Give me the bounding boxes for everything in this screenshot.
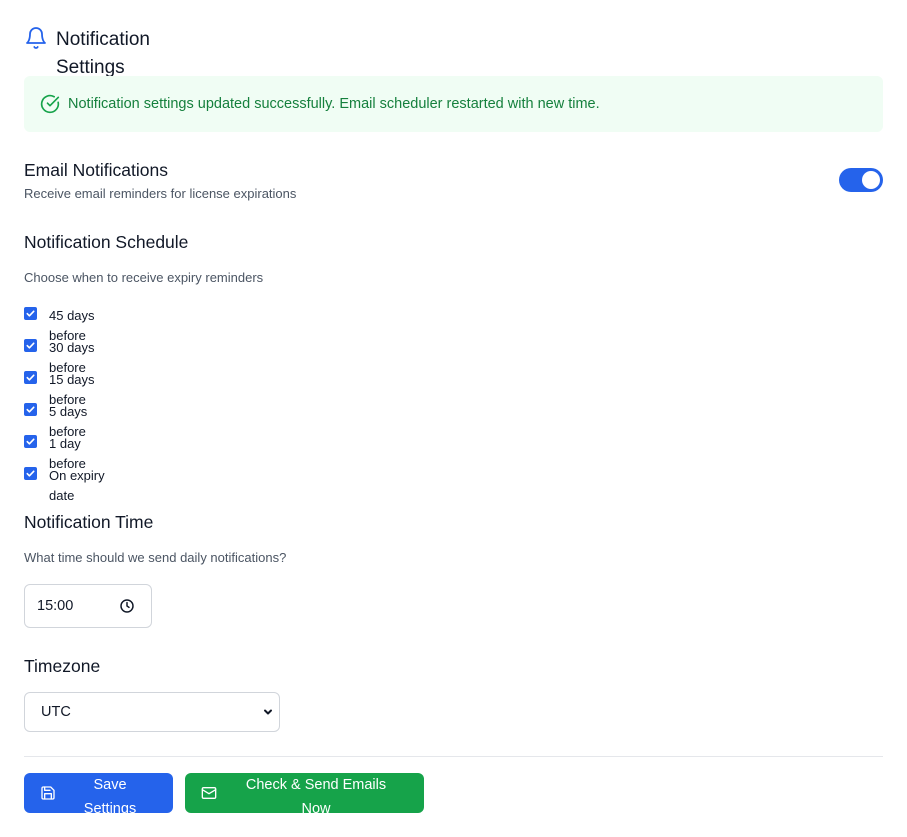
chevron-down-icon — [264, 709, 272, 715]
check-send-emails-label: Check & Send Emails Now — [245, 777, 387, 817]
checkbox-expiry-date[interactable] — [24, 467, 37, 480]
checkbox-label: On expiry date — [49, 468, 105, 503]
notification-schedule-title: Notification Schedule — [24, 232, 189, 252]
page-title: Notification Settings — [56, 29, 150, 78]
timezone-select[interactable]: UTC — [24, 692, 280, 732]
notification-time-description: What time should we send daily notificat… — [24, 550, 287, 565]
notification-schedule-description: Choose when to receive expiry reminders — [24, 270, 264, 285]
checkbox-5-days[interactable] — [24, 403, 37, 416]
check-send-emails-button[interactable]: Check & Send Emails Now — [185, 773, 424, 817]
notification-time-title: Notification Time — [24, 512, 154, 532]
divider — [24, 756, 883, 757]
checkbox-45-days[interactable] — [24, 307, 37, 320]
email-notifications-description: Receive email reminders for license expi… — [24, 186, 297, 201]
alert-message: Notification settings updated successful… — [68, 96, 600, 112]
checkbox-15-days[interactable] — [24, 371, 37, 384]
page-header: Notification Settings — [24, 26, 186, 82]
schedule-option-expiry-date: On expiry date — [24, 466, 113, 506]
mail-icon — [201, 787, 217, 799]
save-settings-label: Save Settings — [83, 777, 137, 817]
save-settings-button[interactable]: Save Settings — [24, 773, 173, 817]
bell-icon — [26, 27, 46, 49]
toggle-knob — [862, 171, 880, 189]
timezone-selected-value: UTC — [41, 704, 71, 720]
checkbox-1-day[interactable] — [24, 435, 37, 448]
checkbox-30-days[interactable] — [24, 339, 37, 352]
email-notifications-toggle[interactable] — [839, 168, 883, 192]
check-circle-icon — [40, 94, 60, 114]
notification-time-input[interactable]: 15:00 — [24, 584, 152, 628]
time-value: 15:00 — [37, 598, 74, 614]
success-alert: Notification settings updated successful… — [24, 76, 883, 132]
save-icon — [41, 786, 55, 800]
timezone-title: Timezone — [24, 656, 101, 676]
clock-icon[interactable] — [119, 598, 135, 614]
email-notifications-title: Email Notifications — [24, 160, 168, 180]
